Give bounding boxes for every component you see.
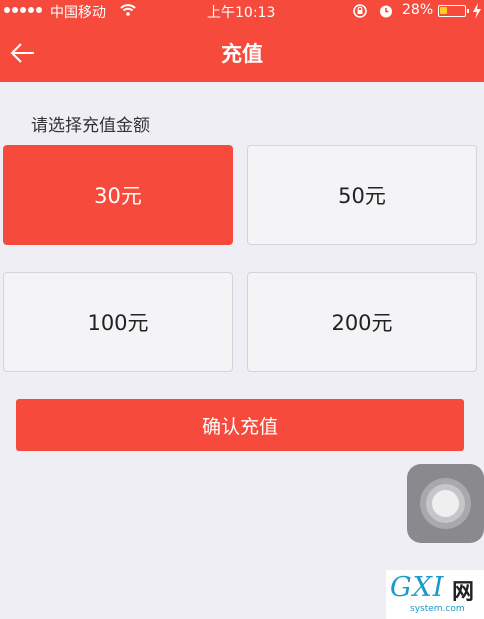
amount-option-100[interactable]: 100元 [3, 272, 233, 372]
rotation-lock-icon [353, 4, 367, 18]
amount-option-200[interactable]: 200元 [247, 272, 477, 372]
watermark-net-text: 网 [452, 580, 475, 605]
wifi-icon [120, 4, 136, 16]
top-bar: 中国移动 上午10:13 28% 充值 [0, 0, 484, 82]
battery-fill [440, 7, 447, 14]
carrier-name: 中国移动 [50, 5, 106, 21]
amount-prompt: 请选择充值金额 [31, 116, 150, 136]
assistive-touch-button[interactable] [407, 464, 484, 543]
watermark-logo-text: GXI [390, 572, 445, 603]
alarm-icon [380, 5, 392, 18]
battery-icon [438, 5, 469, 17]
amount-option-30[interactable]: 30元 [3, 145, 233, 245]
amount-option-50[interactable]: 50元 [247, 145, 477, 245]
status-bar: 中国移动 上午10:13 28% [0, 0, 484, 22]
signal-dots-icon [4, 7, 42, 13]
recharge-screen: 中国移动 上午10:13 28% 充值 请选择充值金额 30元 50元 100元… [0, 0, 484, 619]
watermark-logo: GXI 网 system.com [386, 570, 484, 619]
battery-percent: 28% [402, 2, 434, 18]
watermark-domain: system.com [410, 604, 465, 614]
status-time: 上午10:13 [207, 5, 276, 21]
nav-bar: 充值 [0, 22, 484, 82]
charging-icon [473, 3, 481, 19]
page-title: 充值 [221, 42, 263, 66]
confirm-recharge-button[interactable]: 确认充值 [16, 399, 464, 451]
